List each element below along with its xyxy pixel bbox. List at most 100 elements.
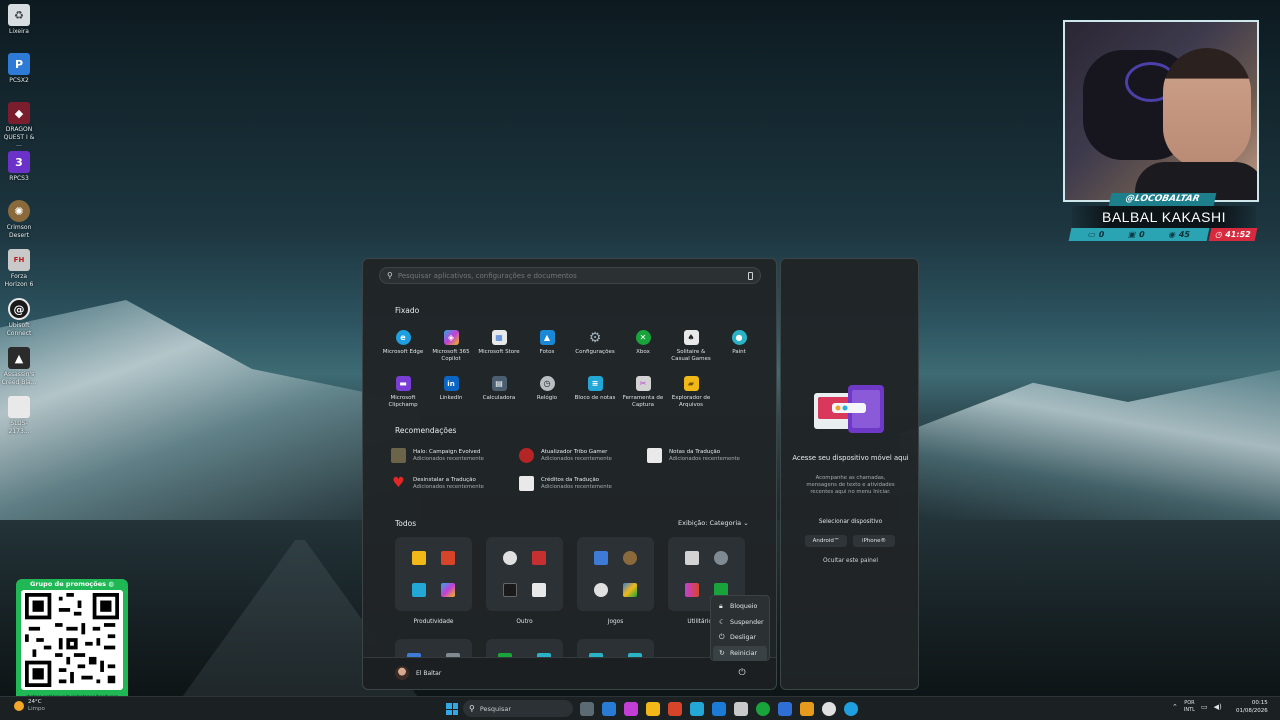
category-jogos[interactable]: Jogos: [577, 537, 654, 625]
iphone-button[interactable]: iPhone®: [853, 535, 895, 547]
notepad-icon: [412, 583, 427, 597]
pinned-app-calculator[interactable]: ▤ Calculadora: [475, 373, 523, 413]
desktop-icon-assassins-creed[interactable]: ▲ Assassin's Creed Bla...: [0, 345, 38, 394]
desktop-icon-ubisoft[interactable]: @ Ubisoft Connect: [0, 296, 38, 345]
pinned-app-clipchamp[interactable]: ▬ Microsoft Clipchamp: [379, 373, 427, 413]
power-button[interactable]: ⏻: [736, 667, 748, 679]
start-search-bar[interactable]: ⚲: [379, 267, 761, 284]
recommended-item-desinstalar[interactable]: ♥ Desinstalar a Tradução Adicionados recen…: [391, 475, 519, 492]
copilot-icon[interactable]: [624, 702, 638, 716]
file-explorer-icon[interactable]: [646, 702, 660, 716]
pinned-app-paint[interactable]: ● Paint: [715, 327, 763, 367]
chevron-up-icon[interactable]: ⌃: [1172, 703, 1178, 711]
pinned-app-notepad[interactable]: ≡ Bloco de notas: [571, 373, 619, 413]
start-menu-footer: El Baltar ⏻: [363, 657, 776, 689]
edge-icon[interactable]: [844, 702, 858, 716]
power-menu-shutdown[interactable]: ⏻ Desligar: [711, 630, 769, 646]
sleep-icon: ☾: [719, 618, 726, 627]
windows-logo-tile: [446, 703, 452, 709]
pinned-app-xbox[interactable]: ✕ Xbox: [619, 327, 667, 367]
document-icon: [519, 476, 534, 491]
app-icon[interactable]: [800, 702, 814, 716]
pinned-app-solitaire[interactable]: ♠ Solitaire & Casual Games: [667, 327, 715, 367]
desktop-icon-recycle-bin[interactable]: ♻ Lixeira: [0, 2, 38, 51]
power-icon: ⏻: [738, 668, 746, 678]
pinned-app-snipping-tool[interactable]: ✂ Ferramenta de Captura: [619, 373, 667, 413]
category-outro[interactable]: Outro: [486, 537, 563, 625]
recycle-bin-icon: ♻: [8, 4, 30, 26]
pinned-app-edge[interactable]: e Microsoft Edge: [379, 327, 427, 367]
pinned-app-linkedin[interactable]: in LinkedIn: [427, 373, 475, 413]
start-search-input[interactable]: [397, 271, 748, 280]
desktop-icon-dragon-quest[interactable]: ◆ DRAGON QUEST I & ...: [0, 100, 38, 149]
recommended-list: Halo: Campaign Evolved Adicionados recent…: [391, 447, 761, 492]
promo-title: Grupo de promoções ◍: [30, 580, 114, 588]
phone-link-icon[interactable]: [748, 271, 753, 280]
volume-icon[interactable]: ◀): [1214, 703, 1222, 711]
forza-icon: FH: [8, 249, 30, 271]
taskbar-clock[interactable]: 00:15 01/08/2026: [1236, 700, 1268, 715]
task-view-icon[interactable]: [580, 702, 594, 716]
category-box: [486, 537, 563, 611]
pinned-app-clock[interactable]: ◷ Relógio: [523, 373, 571, 413]
app-icon[interactable]: [778, 702, 792, 716]
language-indicator[interactable]: POR INTL: [1184, 700, 1195, 713]
weather-widget[interactable]: 24°C Limpo: [14, 699, 45, 713]
user-account-button[interactable]: El Baltar: [395, 666, 441, 680]
phone-link-panel: Acesse seu dispositivo móvel aqui Acompa…: [780, 258, 919, 690]
qr-code: [21, 590, 123, 690]
select-device-label: Selecionar dispositivo: [818, 519, 883, 525]
lock-icon: 🔒︎: [719, 602, 723, 611]
streamer-stats: ▭ 0 ▣ 0 ◉ 45 ◷ 41:52: [1068, 228, 1258, 241]
edge-icon: e: [395, 330, 411, 345]
pinned-app-store[interactable]: ▦ Microsoft Store: [475, 327, 523, 367]
stream-timer: ◷ 41:52: [1208, 228, 1258, 241]
pinned-app-settings[interactable]: ⚙ Configurações: [571, 327, 619, 367]
chrome-icon[interactable]: [822, 702, 836, 716]
webcam-overlay: [1063, 20, 1259, 202]
desktop-icon-crimson-desert[interactable]: ✺ Crimson Desert: [0, 198, 38, 247]
power-menu: 🔒︎ Bloqueio ☾ Suspender ⏻ Desligar ↻ Reinici…: [710, 595, 770, 661]
category-box-partial[interactable]: [486, 639, 563, 659]
phone-link-description: Acompanhe as chamadas, mensagens de text…: [806, 475, 895, 495]
xbox-icon: ✕: [635, 330, 651, 345]
windows-logo-tile: [446, 709, 452, 715]
power-menu-lock[interactable]: 🔒︎ Bloqueio: [711, 599, 769, 615]
pinned-app-file-explorer[interactable]: ▰ Explorador de Arquivos: [667, 373, 715, 413]
ubisoft-icon: @: [8, 298, 30, 320]
desktop-icon-rpcs3[interactable]: 3 RPCS3: [0, 149, 38, 198]
view-mode-dropdown[interactable]: Exibição: Categoria ⌄: [678, 519, 749, 527]
network-icon[interactable]: ▭: [1201, 703, 1208, 711]
taskbar-search[interactable]: ⚲ Pesquisar: [463, 700, 573, 717]
pinned-app-photos[interactable]: ▲ Fotos: [523, 327, 571, 367]
recommended-item-tribo-gamer[interactable]: Atualizador Tribo Gamer Adicionados recen…: [519, 447, 647, 464]
hide-panel-link[interactable]: Ocultar este painel: [791, 558, 910, 564]
start-button[interactable]: [446, 703, 458, 715]
xbox-icon[interactable]: [756, 702, 770, 716]
recommended-item-creditos[interactable]: Créditos da Tradução Adicionados recentem…: [519, 475, 647, 492]
widgets-icon[interactable]: [602, 702, 616, 716]
file-explorer-icon: ▰: [683, 376, 699, 391]
category-box-partial[interactable]: [577, 639, 654, 659]
app-icon[interactable]: [734, 702, 748, 716]
notepad-icon[interactable]: [690, 702, 704, 716]
desktop-icon-forza[interactable]: FH Forza Horizon 6: [0, 247, 38, 296]
power-menu-restart[interactable]: ↻ Reiniciar: [713, 645, 767, 661]
restart-icon: ↻: [719, 649, 725, 658]
pinned-apps-grid: e Microsoft Edge ◈ Microsoft 365 Copilot ▦…: [379, 327, 763, 413]
desktop-icon-pcsx2[interactable]: P PCSX2: [0, 51, 38, 100]
category-box-partial[interactable]: [395, 639, 472, 659]
device-buttons: Android™ iPhone®: [805, 535, 895, 547]
steam-icon[interactable]: [712, 702, 726, 716]
streamer-name: BALBAL KAKASHI: [1072, 206, 1256, 228]
recommended-item-notas[interactable]: Notas da Tradução Adicionados recentement…: [647, 447, 761, 464]
category-produtividade[interactable]: Produtividade: [395, 537, 472, 625]
chevron-down-icon: ⌄: [743, 519, 749, 527]
power-menu-sleep[interactable]: ☾ Suspender: [711, 615, 769, 631]
desktop-icon-slus-file[interactable]: SLUS-2173...: [0, 394, 38, 443]
brave-icon[interactable]: [668, 702, 682, 716]
android-button[interactable]: Android™: [805, 535, 847, 547]
games-folder-icon: [622, 583, 637, 597]
recommended-item-halo[interactable]: Halo: Campaign Evolved Adicionados recent…: [391, 447, 519, 464]
pinned-app-copilot[interactable]: ◈ Microsoft 365 Copilot: [427, 327, 475, 367]
